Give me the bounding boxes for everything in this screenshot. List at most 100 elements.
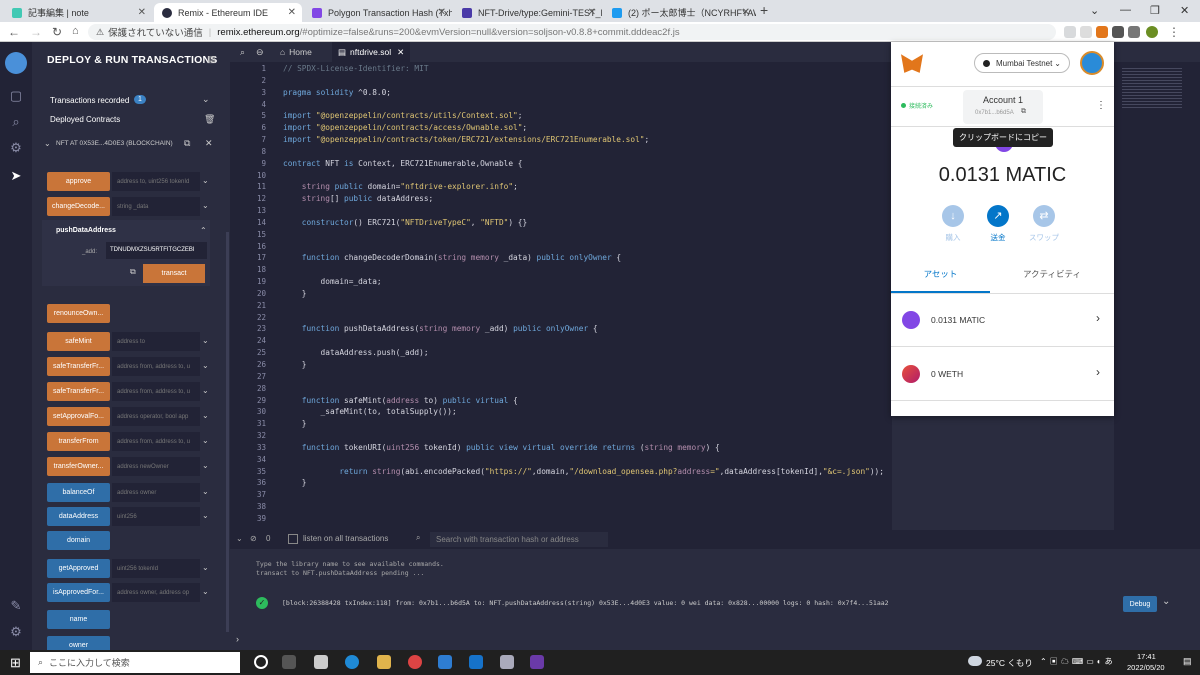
chevron-down-icon[interactable]: ⌄ xyxy=(1162,596,1170,607)
search-icon[interactable]: ⌕ xyxy=(8,114,24,130)
chevron-down-icon[interactable]: ⌄ xyxy=(202,336,209,345)
account-button[interactable]: Account 1 0x7b1...b6d5A ⧉ xyxy=(963,90,1043,124)
function-button[interactable]: safeTransferFr... xyxy=(47,382,110,401)
function-args-input[interactable]: string _data xyxy=(112,197,200,216)
swap-label[interactable]: スワップ xyxy=(1026,232,1062,243)
function-button[interactable]: isApprovedFor... xyxy=(47,583,110,602)
browser-tab[interactable]: NFT-Drive/type:Gemini-TEST_NET ✕ xyxy=(454,3,602,22)
forward-icon[interactable]: → xyxy=(30,25,42,39)
url-field[interactable]: ⚠ 保護されていない通信 | remix.ethereum.org /#opti… xyxy=(88,24,1056,40)
weather-label[interactable]: 25°C くもり xyxy=(986,657,1033,669)
settings-gear-icon[interactable]: ⚙ xyxy=(8,624,24,640)
function-button[interactable]: safeTransferFr... xyxy=(47,357,110,376)
transaction-search-input[interactable]: Search with transaction hash or address xyxy=(430,532,608,547)
clock-time[interactable]: 17:41 xyxy=(1137,652,1156,661)
asset-row[interactable]: 0 WETH › xyxy=(891,348,1114,401)
function-args-input[interactable]: address owner xyxy=(112,483,200,502)
function-args-input[interactable]: uint256 xyxy=(112,507,200,526)
visual-studio-icon[interactable] xyxy=(530,655,544,669)
function-args-input[interactable]: uint256 tokenId xyxy=(112,559,200,578)
menu-dots-icon[interactable]: ⋮ xyxy=(1096,100,1106,111)
trash-icon[interactable]: 🗑 xyxy=(204,114,215,125)
browser-tab[interactable]: (2) ポー太郎博士（NCYRHFYAWT） ✕ xyxy=(604,3,756,22)
function-button[interactable]: setApprovalFo... xyxy=(47,407,110,426)
search-minus-icon[interactable]: ⊖ xyxy=(256,47,264,58)
scrollbar[interactable] xyxy=(226,232,229,632)
chevron-down-icon[interactable]: ⌄ xyxy=(202,511,209,520)
function-button[interactable]: transferOwner... xyxy=(47,457,110,476)
tab-activity[interactable]: アクティビティ xyxy=(990,268,1114,280)
chevron-down-icon[interactable]: ⌄ xyxy=(202,386,209,395)
store-icon[interactable] xyxy=(438,655,452,669)
function-args-input[interactable]: address from, address to, u xyxy=(112,357,200,376)
browser-tab-active[interactable]: Remix - Ethereum IDE ✕ xyxy=(154,3,302,22)
transaction-log[interactable]: [block:26388428 txIndex:118] from: 0x7b1… xyxy=(282,599,1122,607)
function-button[interactable]: getApproved xyxy=(47,559,110,578)
taskbar-search[interactable]: ⌕ ここに入力して検索 xyxy=(30,652,240,673)
function-button[interactable]: name xyxy=(47,610,110,629)
remix-logo-icon[interactable] xyxy=(5,52,27,74)
browser-tab[interactable]: 記事編集 | note ✕ xyxy=(4,3,152,22)
function-button[interactable]: balanceOf xyxy=(47,483,110,502)
close-icon[interactable]: ✕ xyxy=(742,7,750,18)
chevron-down-icon[interactable]: ⌄ xyxy=(202,436,209,445)
chevron-down-icon[interactable]: ⌄ xyxy=(202,361,209,370)
send-icon[interactable]: ↗ xyxy=(987,205,1009,227)
close-icon[interactable]: ✕ xyxy=(205,138,213,149)
minimap[interactable] xyxy=(1114,62,1200,530)
contract-instance-label[interactable]: NFT AT 0X53E...4D0E3 (BLOCKCHAIN) xyxy=(56,140,176,147)
chevron-down-icon[interactable]: ⌄ xyxy=(202,563,209,572)
function-args-input[interactable]: address to xyxy=(112,332,200,351)
function-args-input[interactable]: address from, address to, u xyxy=(112,382,200,401)
chevron-down-icon[interactable]: ⌄ xyxy=(202,176,209,185)
chevron-down-icon[interactable]: ⌄ xyxy=(202,587,209,596)
chevron-up-icon[interactable]: ⌃ xyxy=(200,226,207,235)
plugin-icon[interactable]: ✎ xyxy=(8,598,24,614)
restore-icon[interactable]: ❐ xyxy=(1150,4,1160,17)
function-args-input[interactable]: address to, uint256 tokenId xyxy=(112,172,200,191)
collapse-icon[interactable]: ⌄ xyxy=(236,534,243,543)
chevron-down-icon[interactable]: ⌄ xyxy=(202,94,210,105)
file-explorer-icon[interactable]: ▢ xyxy=(8,88,24,104)
search-icon[interactable]: ⌕ xyxy=(240,47,245,58)
app-icon[interactable] xyxy=(500,655,514,669)
function-args-input[interactable]: address newOwner xyxy=(112,457,200,476)
close-icon[interactable]: ✕ xyxy=(288,7,296,18)
tab-assets[interactable]: アセット xyxy=(891,268,990,280)
function-args-input[interactable]: address from, address to, u xyxy=(112,432,200,451)
function-button[interactable]: renounceOwn... xyxy=(47,304,110,323)
send-label[interactable]: 送金 xyxy=(980,232,1016,243)
chevron-down-icon[interactable]: ⌄ xyxy=(1090,4,1099,17)
windows-start-icon[interactable]: ⊞ xyxy=(10,655,21,671)
network-selector[interactable]: Mumbai Testnet ⌄ xyxy=(974,53,1070,73)
edge-icon[interactable] xyxy=(345,655,359,669)
home-icon[interactable]: ⌂ xyxy=(72,25,79,37)
connected-status[interactable]: 接続済み xyxy=(909,101,933,110)
compiler-icon[interactable]: ⚙ xyxy=(8,140,24,156)
chrome-icon[interactable] xyxy=(408,655,422,669)
clear-icon[interactable]: ⊘ xyxy=(250,534,257,543)
close-icon[interactable]: ✕ xyxy=(438,7,446,18)
buy-icon[interactable]: ↓ xyxy=(942,205,964,227)
bookmark-star-icon[interactable] xyxy=(1080,26,1092,38)
swap-icon[interactable]: ⇄ xyxy=(1033,205,1055,227)
reload-icon[interactable]: ↻ xyxy=(52,25,62,39)
browser-tab[interactable]: Polygon Transaction Hash (Txhash) ✕ xyxy=(304,3,452,22)
function-button[interactable]: safeMint xyxy=(47,332,110,351)
extensions-puzzle-icon[interactable] xyxy=(1112,26,1124,38)
add-param-input[interactable]: TDNUDMXZSU5RTFITGCZEBl xyxy=(106,242,207,259)
share-icon[interactable] xyxy=(1064,26,1076,38)
function-args-input[interactable]: address owner, address op xyxy=(112,583,200,602)
copy-icon[interactable]: ⧉ xyxy=(184,138,190,149)
transactions-recorded-label[interactable]: Transactions recorded xyxy=(50,96,129,105)
close-icon[interactable]: ✕ xyxy=(397,47,404,58)
debug-button[interactable]: Debug xyxy=(1123,596,1157,612)
copy-icon[interactable]: ⧉ xyxy=(130,267,136,277)
deploy-icon[interactable]: ➤ xyxy=(8,168,24,184)
minimize-icon[interactable]: — xyxy=(1120,4,1131,16)
new-tab-plus-icon[interactable]: + xyxy=(760,2,768,18)
profile-avatar[interactable] xyxy=(1146,26,1158,38)
task-view-icon[interactable] xyxy=(282,655,296,669)
listen-checkbox[interactable] xyxy=(288,534,298,544)
sidepanel-icon[interactable] xyxy=(1128,26,1140,38)
